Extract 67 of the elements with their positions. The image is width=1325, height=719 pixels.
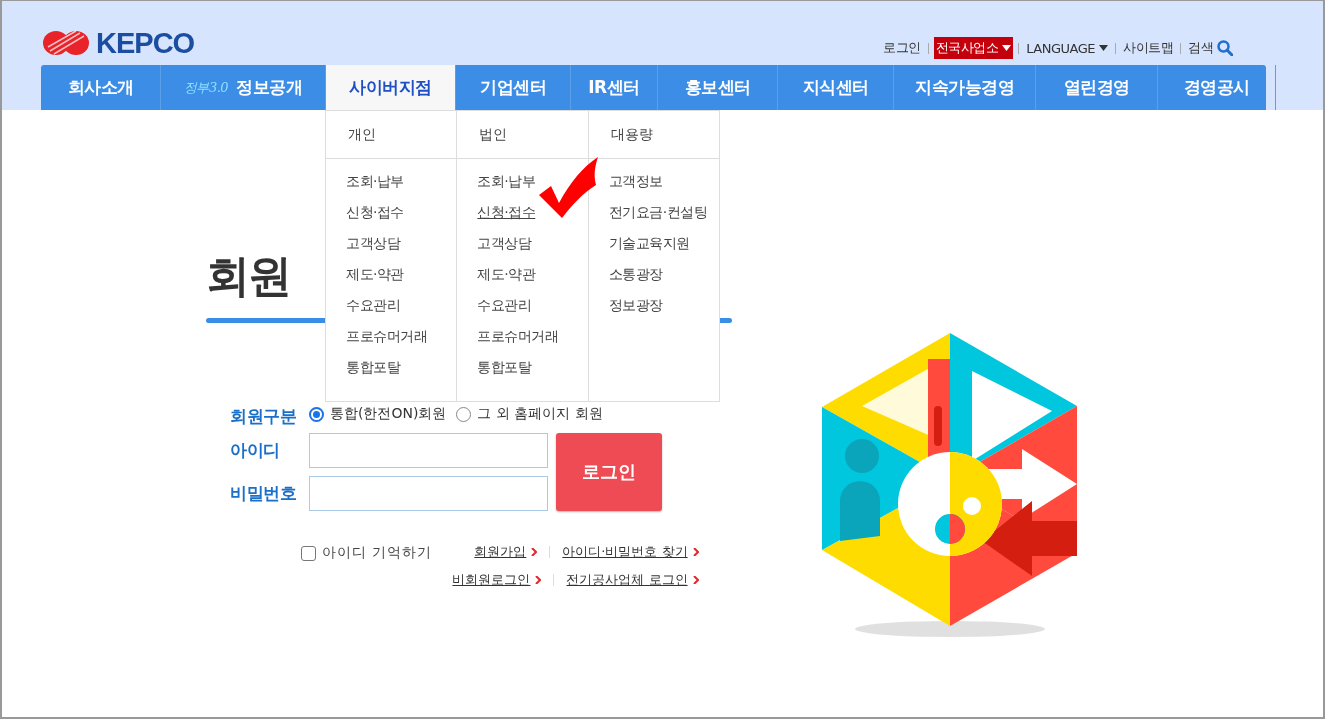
menu-item[interactable]: 제도·약관	[477, 265, 536, 284]
chevron-icon	[692, 576, 699, 584]
chevron-icon	[535, 576, 542, 584]
chevron-icon	[692, 548, 699, 556]
menu-column-title: 개인	[348, 125, 376, 144]
menu-item[interactable]: 소통광장	[608, 265, 663, 284]
menu-item[interactable]: 수요관리	[346, 296, 400, 315]
menu-item[interactable]: 고객상담	[346, 234, 400, 253]
menu-item[interactable]: 기술교육지원	[608, 234, 690, 253]
radio-icon[interactable]	[309, 406, 324, 422]
menu-item[interactable]: 전기요금·컨설팅	[608, 203, 708, 222]
menu-column-title: 법인	[479, 125, 508, 144]
dropdown-link[interactable]: LANGUAGE	[1024, 38, 1110, 58]
logo-icon	[42, 29, 90, 57]
menu-item[interactable]: 고객정보	[608, 172, 663, 191]
menu-item[interactable]: 고객상담	[477, 234, 532, 253]
login-button[interactable]: 로그인	[556, 433, 662, 511]
caret-icon	[1002, 45, 1012, 51]
nav-label: 지속가능경영	[915, 76, 1014, 99]
radio-option[interactable]: 통합(한전ON)회원	[309, 405, 447, 423]
radio-label: 통합(한전ON)회원	[330, 405, 447, 423]
nav-label: 경영공시	[1183, 76, 1250, 99]
menu-item[interactable]: 신청·접수	[477, 203, 536, 222]
nav-label: 회사소개	[67, 76, 134, 99]
menu-item[interactable]: 정보광장	[608, 296, 663, 315]
id-input-field[interactable]	[309, 433, 548, 468]
menu-item[interactable]: 통합포탈	[477, 358, 532, 377]
menu-item[interactable]: 프로슈머거래	[346, 327, 427, 346]
field-label: 비밀번호	[229, 482, 297, 505]
password-input-field[interactable]	[309, 476, 548, 511]
nav-label: 기업센터	[480, 76, 546, 99]
checkbox-label: 아이디 기억하기	[322, 544, 433, 562]
menu-item[interactable]: 프로슈머거래	[477, 327, 559, 346]
caret-icon	[1099, 45, 1108, 51]
chevron-icon	[531, 548, 538, 556]
nav-label: 열린경영	[1063, 76, 1130, 99]
field-label: 아이디	[229, 439, 281, 462]
remember-checkbox[interactable]: 아이디 기억하기	[301, 543, 433, 563]
nav-label: 지식센터	[802, 76, 869, 99]
page-title: 회원	[206, 249, 290, 303]
nav-label: 사이버지점	[349, 76, 432, 99]
nav-label: 홍보센터	[684, 76, 751, 99]
search-link[interactable]: 검색	[1186, 37, 1235, 59]
dropdown-link[interactable]: 전국사업소	[933, 37, 1014, 59]
search-icon	[1217, 40, 1233, 56]
header-link[interactable]: 로그인	[881, 37, 923, 59]
header-link[interactable]: 사이트맵	[1121, 37, 1175, 59]
menu-item[interactable]: 제도·약관	[346, 265, 404, 284]
menu-item[interactable]: 조회·납부	[477, 172, 536, 191]
text-link[interactable]: 비회원로그인	[452, 571, 531, 589]
menu-item[interactable]: 통합포탈	[346, 358, 400, 377]
text-link[interactable]: 전기공사업체 로그인	[566, 571, 688, 589]
nav-label: IR센터	[588, 76, 640, 99]
logo-wordmark[interactable]: KEPCO	[96, 28, 195, 58]
nav-label: 정보공개	[236, 76, 303, 99]
menu-item[interactable]: 수요관리	[477, 296, 532, 315]
slogan-label: 정부3.0	[183, 78, 229, 97]
field-label: 회원구분	[229, 405, 297, 428]
text-link[interactable]: 회원가입	[474, 543, 527, 561]
menu-item[interactable]: 신청·접수	[346, 203, 404, 222]
text-link[interactable]: 아이디·비밀번호 찾기	[562, 543, 688, 561]
checkbox-icon[interactable]	[301, 545, 316, 561]
menu-column-title: 대용량	[610, 125, 653, 144]
menu-item[interactable]: 조회·납부	[346, 172, 404, 191]
radio-icon[interactable]	[456, 406, 472, 422]
nav-tab[interactable]: 사이버지점	[326, 65, 456, 110]
check-mark-icon	[539, 155, 599, 219]
